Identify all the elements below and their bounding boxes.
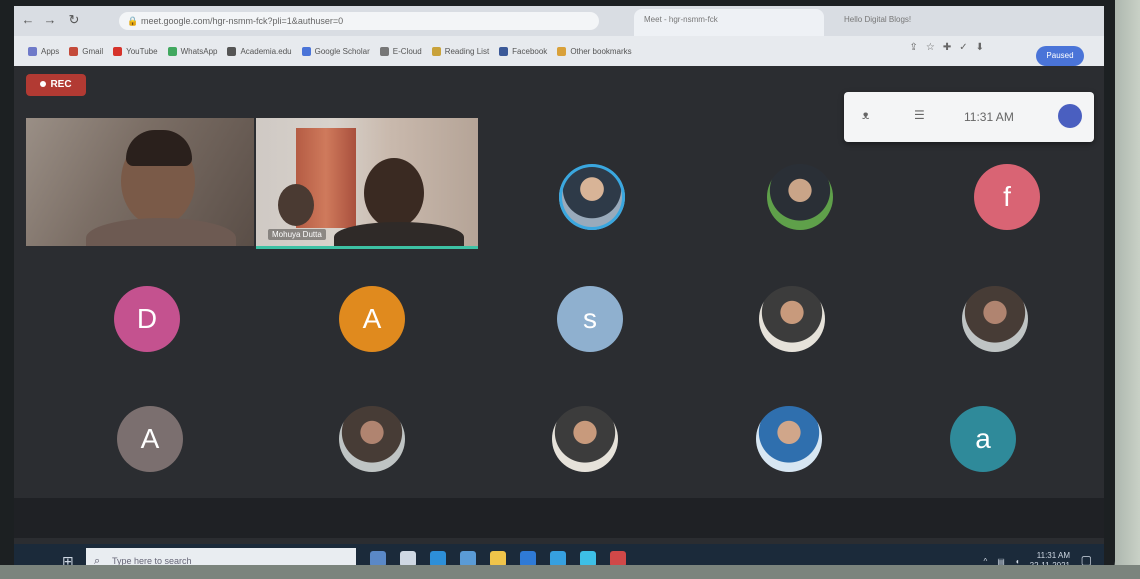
bookmark-label: Facebook	[512, 46, 548, 56]
avatar-initial: A	[362, 303, 382, 334]
bookmark-item[interactable]: Gmail	[69, 46, 104, 56]
chat-icon[interactable]: ☰	[914, 108, 925, 122]
participant-letter-avatar[interactable]: a	[950, 406, 1016, 472]
bookmark-item[interactable]: Academia.edu	[227, 46, 292, 56]
bookmark-label: YouTube	[126, 46, 158, 56]
participant-photo-avatar[interactable]	[759, 286, 825, 352]
laptop-bezel: Meet - hgr-nsmm-fck Hello Digital Blogs!…	[0, 0, 1115, 579]
star-icon[interactable]: ☆	[926, 42, 935, 53]
bookmark-favicon-icon	[167, 46, 177, 56]
puzzle-icon[interactable]: ✚	[943, 42, 951, 53]
profile-button[interactable]: Paused	[1036, 46, 1084, 66]
participant-hair	[126, 130, 192, 166]
participant-photo-avatar[interactable]	[962, 286, 1028, 352]
participant-photo-avatar[interactable]	[552, 406, 618, 472]
video-tile-name: Mohuya Dutta	[268, 229, 326, 240]
bookmark-favicon-icon	[557, 46, 567, 56]
bookmark-item[interactable]: Facebook	[499, 46, 548, 56]
address-text: meet.google.com/hgr-nsmm-fck?pli=1&authu…	[141, 16, 344, 26]
participant-child-face	[278, 184, 314, 226]
bookmark-label: Other bookmarks	[570, 46, 632, 56]
record-dot-icon	[40, 81, 47, 88]
participant-letter-avatar[interactable]: D	[114, 286, 180, 352]
bookmark-favicon-icon	[379, 46, 389, 56]
check-icon[interactable]: ✓	[959, 42, 967, 53]
participant-letter-avatar[interactable]: f	[974, 164, 1040, 230]
bookmark-item[interactable]: YouTube	[113, 46, 158, 56]
bookmark-favicon-icon	[431, 46, 441, 56]
avatar-initial: D	[136, 303, 158, 334]
video-tile-2[interactable]: Mohuya Dutta	[256, 118, 478, 249]
bookmark-favicon-icon	[113, 46, 123, 56]
browser-nav: ← → ↻ 🔒 meet.google.com/hgr-nsmm-fck?pli…	[14, 6, 1104, 36]
download-icon[interactable]: ⬇	[976, 42, 984, 53]
participant-letter-avatar[interactable]: A	[117, 406, 183, 472]
desk-edge	[0, 565, 1140, 579]
meet-stage: REC ᴥ ☰ 11:31 AM Mohuya Dutta f D A s A …	[14, 66, 1104, 558]
participant-shoulders	[86, 218, 236, 246]
participant-photo-avatar[interactable]	[767, 164, 833, 230]
recording-badge: REC	[26, 74, 86, 96]
avatar-initial: a	[975, 423, 991, 454]
bookmark-label: Google Scholar	[314, 46, 370, 56]
participant-photo-avatar[interactable]	[339, 406, 405, 472]
bookmark-favicon-icon	[301, 46, 311, 56]
rec-label: REC	[50, 79, 72, 90]
bookmark-item[interactable]: Reading List	[431, 46, 490, 56]
extension-icons: ⇪ ☆ ✚ ✓ ⬇	[909, 42, 984, 53]
participant-letter-avatar[interactable]: s	[557, 286, 623, 352]
address-bar[interactable]: 🔒 meet.google.com/hgr-nsmm-fck?pli=1&aut…	[119, 12, 599, 30]
bookmark-item[interactable]: Other bookmarks	[557, 46, 632, 56]
bookmark-favicon-icon	[28, 46, 37, 56]
forward-arrow-icon[interactable]: →	[42, 12, 58, 27]
bookmark-favicon-icon	[227, 46, 237, 56]
participant-shoulders	[334, 222, 464, 246]
laptop-screen: Meet - hgr-nsmm-fck Hello Digital Blogs!…	[14, 6, 1104, 578]
popup-time: 11:31 AM	[964, 110, 1014, 124]
bookmark-label: Gmail	[82, 46, 104, 56]
participant-photo-avatar[interactable]	[756, 406, 822, 472]
bookmark-item[interactable]: E-Cloud	[379, 46, 422, 56]
bookmark-item[interactable]: Apps	[28, 46, 60, 56]
share-icon[interactable]: ⇪	[909, 42, 917, 53]
avatar-initial: A	[140, 423, 160, 454]
participant-letter-avatar[interactable]: A	[339, 286, 405, 352]
self-avatar[interactable]	[1058, 104, 1082, 128]
avatar-initial: s	[583, 303, 597, 334]
bookmark-label: Reading List	[444, 46, 490, 56]
meet-controls-bar	[14, 498, 1104, 538]
participant-photo-avatar[interactable]	[559, 164, 625, 230]
people-icon[interactable]: ᴥ	[862, 108, 869, 122]
bookmark-label: Academia.edu	[240, 46, 292, 56]
video-tile-1[interactable]	[26, 118, 254, 246]
participant-face	[364, 158, 424, 228]
bookmark-favicon-icon	[69, 46, 79, 56]
reload-icon[interactable]: ↻	[66, 12, 82, 28]
lock-icon: 🔒	[127, 16, 139, 26]
bookmark-favicon-icon	[499, 46, 509, 56]
meeting-popup: ᴥ ☰ 11:31 AM	[844, 92, 1094, 142]
back-arrow-icon[interactable]: ←	[20, 12, 36, 27]
bookmark-item[interactable]: WhatsApp	[167, 46, 218, 56]
avatar-initial: f	[1003, 181, 1011, 212]
bookmark-label: E-Cloud	[392, 46, 422, 56]
bookmark-label: WhatsApp	[180, 46, 218, 56]
clock-time: 11:31 AM	[1036, 551, 1070, 560]
bookmark-item[interactable]: Google Scholar	[301, 46, 370, 56]
bookmark-label: Apps	[41, 46, 60, 56]
